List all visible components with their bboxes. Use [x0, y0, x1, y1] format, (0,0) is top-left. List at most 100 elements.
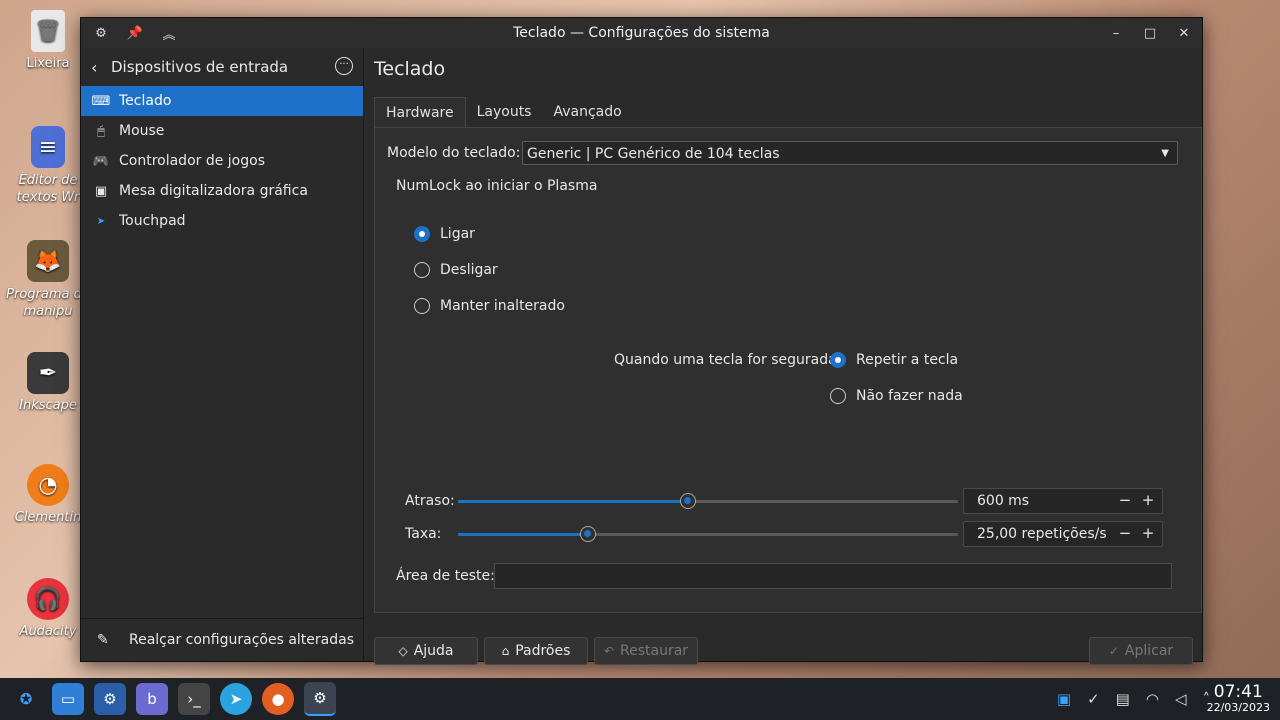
tab-hardware[interactable]: Hardware	[374, 97, 466, 128]
app-menu-icon[interactable]: ⚙	[91, 23, 111, 43]
keyboard-model-label: Modelo do teclado:	[387, 145, 521, 161]
chevron-down-icon: ▼	[1161, 148, 1169, 159]
big-store-icon[interactable]: b	[136, 683, 168, 715]
clock-date: 22/03/2023	[1206, 701, 1270, 714]
system-settings-icon[interactable]: ⚙	[304, 682, 336, 716]
minimize-icon[interactable]: –	[1106, 23, 1126, 43]
clock[interactable]: 07:41 22/03/2023	[1206, 684, 1270, 715]
increment-icon[interactable]: +	[1139, 491, 1157, 509]
mouse-icon: 🖱	[97, 123, 105, 139]
sidebar-item-touchpad[interactable]: ➤ Touchpad	[81, 206, 363, 236]
repeat-key-radio[interactable]: Repetir a tecla	[830, 352, 958, 368]
desktop-icon-trash[interactable]: 🗑 Lixeira	[6, 10, 90, 71]
clipboard-icon[interactable]: ▤	[1116, 690, 1130, 708]
keyboard-icon: ⌨	[91, 93, 111, 109]
sidebar-item-label: Controlador de jogos	[119, 153, 265, 169]
apply-button[interactable]: ✓ Aplicar	[1089, 637, 1193, 665]
application-launcher-icon[interactable]: ✪	[10, 683, 42, 715]
keyboard-model-select[interactable]: Generic | PC Genérico de 104 teclas ▼	[522, 141, 1178, 165]
gamepad-icon: 🎮	[92, 153, 110, 169]
radio-unchecked-icon	[414, 298, 430, 314]
apply-button-label: Aplicar	[1124, 643, 1174, 659]
delay-slider[interactable]	[458, 493, 958, 509]
audacity-icon: 🎧	[27, 578, 69, 620]
desktop-icon-gimp[interactable]: 🦊 Programa de manipu	[6, 240, 90, 320]
updates-icon[interactable]: ✓	[1087, 690, 1100, 708]
telegram-icon[interactable]: ➤	[220, 683, 252, 715]
keep-above-icon[interactable]: ︽	[159, 23, 179, 43]
store-icon[interactable]: ⚙	[94, 683, 126, 715]
file-manager-icon[interactable]: ▭	[52, 683, 84, 715]
text-editor-icon: ≡	[31, 126, 65, 168]
close-icon[interactable]: ✕	[1174, 23, 1194, 43]
highlight-changes-label: Realçar configurações alteradas	[129, 632, 354, 648]
slider-handle[interactable]	[680, 493, 696, 509]
check-icon: ✓	[1108, 644, 1119, 658]
decrement-icon[interactable]: −	[1116, 524, 1134, 542]
wifi-icon[interactable]: ◠	[1146, 690, 1159, 708]
slider-handle[interactable]	[580, 526, 596, 542]
pin-icon[interactable]: 📌	[125, 23, 145, 43]
numlock-label: NumLock ao iniciar o Plasma	[396, 178, 598, 194]
titlebar[interactable]: ⚙ 📌 ︽ Teclado — Configurações do sistema…	[81, 18, 1202, 48]
gimp-icon: 🦊	[27, 240, 69, 282]
defaults-button[interactable]: ⌂ Padrões	[484, 637, 588, 665]
tab-bar: Hardware Layouts Avançado	[374, 97, 633, 128]
increment-icon[interactable]: +	[1139, 524, 1157, 542]
page-title: Teclado	[374, 58, 446, 80]
help-button[interactable]: ◇ Ajuda	[374, 637, 478, 665]
test-area-input[interactable]	[494, 563, 1172, 589]
highlight-changes-button[interactable]: ✎ Realçar configurações alteradas	[81, 618, 363, 661]
tab-layouts[interactable]: Layouts	[466, 97, 543, 127]
sidebar-header: ‹ Dispositivos de entrada ···	[81, 48, 363, 86]
desktop-icon-clementine[interactable]: ◔ Clementin	[6, 464, 90, 525]
volume-icon[interactable]: ◁	[1175, 690, 1187, 708]
sidebar-item-label: Teclado	[119, 93, 172, 109]
taskbar: ✪ ▭ ⚙ b ›_ ➤ ● ⚙ ▣ ✓ ▤ ◠ ◁ ˄ 07:41 22/03…	[0, 678, 1280, 720]
numlock-unchanged-radio[interactable]: Manter inalterado	[414, 298, 565, 314]
radio-label: Desligar	[440, 262, 498, 278]
sidebar-item-keyboard[interactable]: ⌨ Teclado	[81, 86, 363, 116]
tablet-icon: ▣	[94, 183, 108, 199]
back-icon[interactable]: ‹	[91, 58, 111, 77]
settings-window: ⚙ 📌 ︽ Teclado — Configurações do sistema…	[80, 17, 1203, 665]
delay-label: Atraso:	[405, 493, 455, 509]
terminal-icon[interactable]: ›_	[178, 683, 210, 715]
sidebar-item-label: Touchpad	[119, 213, 186, 229]
firefox-icon[interactable]: ●	[262, 683, 294, 715]
tab-advanced[interactable]: Avançado	[542, 97, 632, 127]
reset-button[interactable]: ↶ Restaurar	[594, 637, 698, 665]
trash-icon: 🗑	[31, 10, 65, 52]
sidebar-item-gamepad[interactable]: 🎮 Controlador de jogos	[81, 146, 363, 176]
maximize-icon[interactable]: □	[1140, 23, 1160, 43]
radio-label: Ligar	[440, 226, 475, 242]
desktop-icon-audacity[interactable]: 🎧 Audacity	[6, 578, 90, 639]
slider-fill	[458, 500, 688, 503]
numlock-off-radio[interactable]: Desligar	[414, 262, 498, 278]
desktop-icon-inkscape[interactable]: ✒ Inkscape	[6, 352, 90, 413]
desktop-icon-label: Inkscape	[19, 398, 77, 413]
delay-spinbox[interactable]: 600 ms − +	[963, 488, 1163, 514]
help-button-label: Ajuda	[413, 643, 454, 659]
status-icon[interactable]: ▣	[1057, 690, 1071, 708]
sidebar-item-mouse[interactable]: 🖱 Mouse	[81, 116, 363, 146]
radio-unchecked-icon	[830, 388, 846, 404]
sidebar-item-tablet[interactable]: ▣ Mesa digitalizadora gráfica	[81, 176, 363, 206]
hardware-panel: Modelo do teclado: Generic | PC Genérico…	[374, 127, 1202, 613]
radio-unchecked-icon	[414, 262, 430, 278]
defaults-icon: ⌂	[501, 644, 510, 658]
numlock-on-radio[interactable]: Ligar	[414, 226, 475, 242]
sidebar-item-label: Mouse	[119, 123, 165, 139]
keyboard-model-value: Generic | PC Genérico de 104 teclas	[527, 146, 780, 162]
radio-label: Não fazer nada	[856, 388, 963, 404]
desktop-icon-writer[interactable]: ≡ Editor de textos Wr	[6, 126, 90, 206]
rate-spinbox[interactable]: 25,00 repetições/s − +	[963, 521, 1163, 547]
rate-value: 25,00 repetições/s	[977, 526, 1107, 542]
desktop-icon-label: Audacity	[19, 624, 77, 639]
decrement-icon[interactable]: −	[1116, 491, 1134, 509]
rate-slider[interactable]	[458, 526, 958, 542]
do-nothing-radio[interactable]: Não fazer nada	[830, 388, 963, 404]
delay-value: 600 ms	[977, 493, 1030, 509]
key-hold-label: Quando uma tecla for segurada:	[614, 352, 842, 368]
more-options-icon[interactable]: ···	[335, 57, 353, 75]
